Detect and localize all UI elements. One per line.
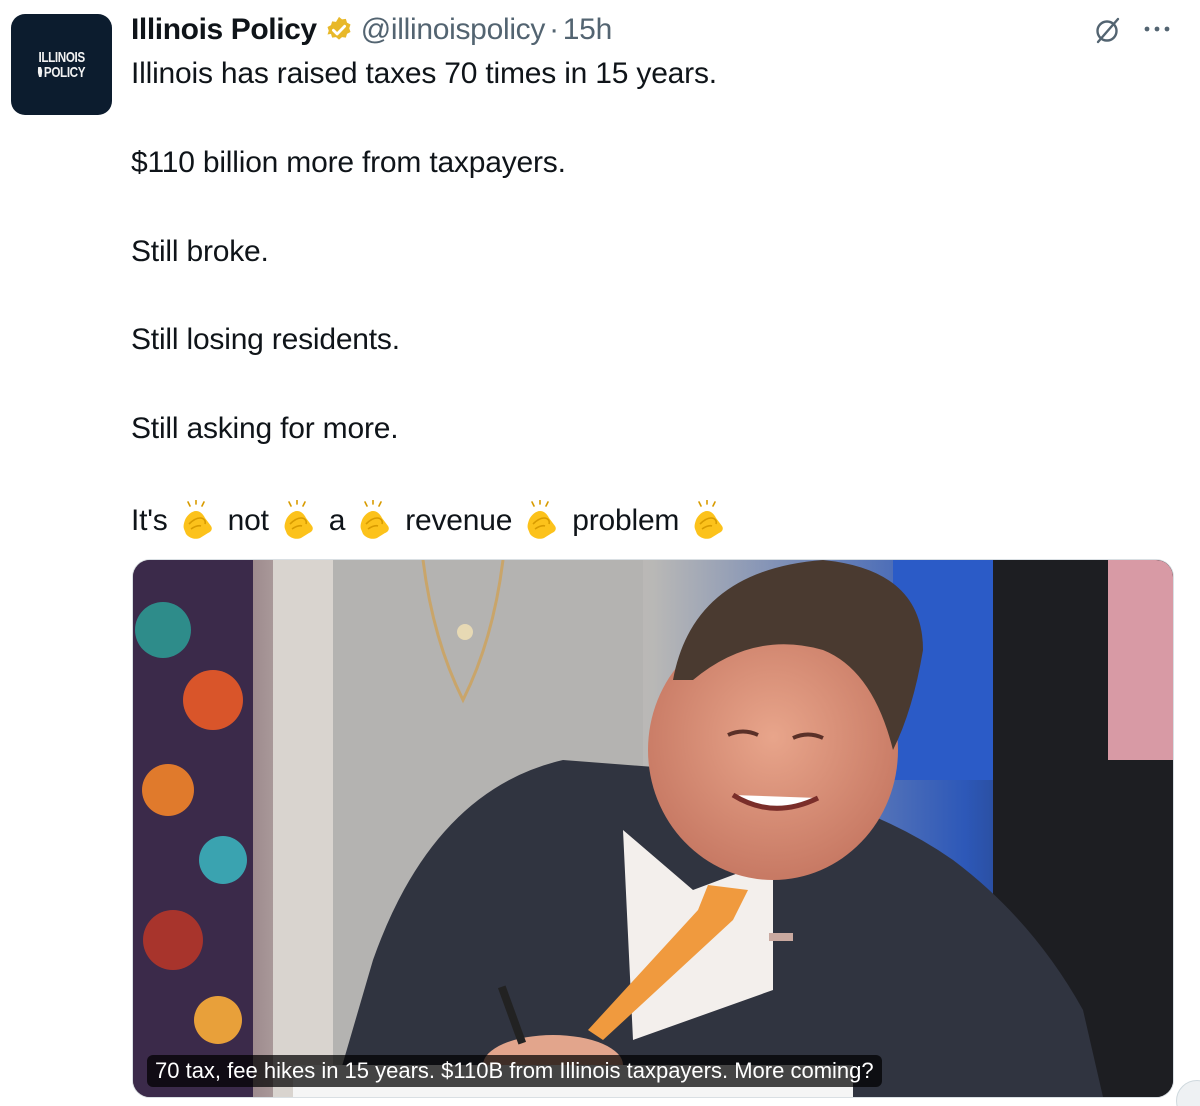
clapping-hands-emoji-icon: [527, 500, 557, 539]
verified-badge-icon[interactable]: [324, 15, 354, 45]
clap-word-3: a: [328, 504, 346, 537]
clap-word-5: problem: [572, 504, 680, 537]
tweet-text-line-3: Still broke.: [131, 235, 269, 268]
header-separator: ·: [549, 13, 559, 46]
clap-word-1: It's: [131, 504, 168, 537]
tweet-text-line-4: Still losing residents.: [131, 323, 400, 356]
clapping-hands-emoji-icon: [284, 500, 313, 539]
clapping-hands-emoji-icon: [360, 500, 390, 539]
tweet-header: Illinois Policy @illinoispolicy · 15h: [131, 10, 612, 50]
tweet-text-line-5: Still asking for more.: [131, 412, 399, 445]
avatar-text-line1: ILLINOIS: [38, 48, 85, 66]
illinois-state-icon: [37, 67, 43, 77]
more-options-icon[interactable]: [1141, 14, 1173, 44]
author-name[interactable]: Illinois Policy: [131, 13, 317, 47]
tweet-media-image[interactable]: 70 tax, fee hikes in 15 years. $110B fro…: [132, 559, 1174, 1098]
grok-icon[interactable]: [1093, 15, 1123, 45]
avatar[interactable]: ILLINOIS POLICY: [11, 14, 112, 115]
tweet-text-line-6: It's not a revenue problem: [131, 500, 739, 542]
avatar-text-line2-label: POLICY: [44, 63, 86, 81]
clap-word-4: revenue: [405, 504, 513, 537]
clapping-hands-emoji-icon: [183, 500, 212, 539]
clap-word-2: not: [227, 504, 269, 537]
tweet-text-line-1: Illinois has raised taxes 70 times in 15…: [131, 57, 717, 90]
tweet-text-line-2: $110 billion more from taxpayers.: [131, 146, 566, 179]
tweet-card: ILLINOIS POLICY Illinois Policy @illinoi…: [0, 0, 1200, 1106]
author-handle[interactable]: @illinoispolicy: [361, 13, 546, 47]
tweet-timestamp[interactable]: 15h: [563, 13, 612, 47]
clapping-hands-emoji-icon: [694, 500, 724, 539]
media-caption: 70 tax, fee hikes in 15 years. $110B fro…: [147, 1055, 882, 1087]
floating-action-button[interactable]: [1176, 1080, 1200, 1106]
avatar-text-line2: POLICY: [37, 63, 86, 81]
photo-illustration: [133, 560, 1173, 1097]
